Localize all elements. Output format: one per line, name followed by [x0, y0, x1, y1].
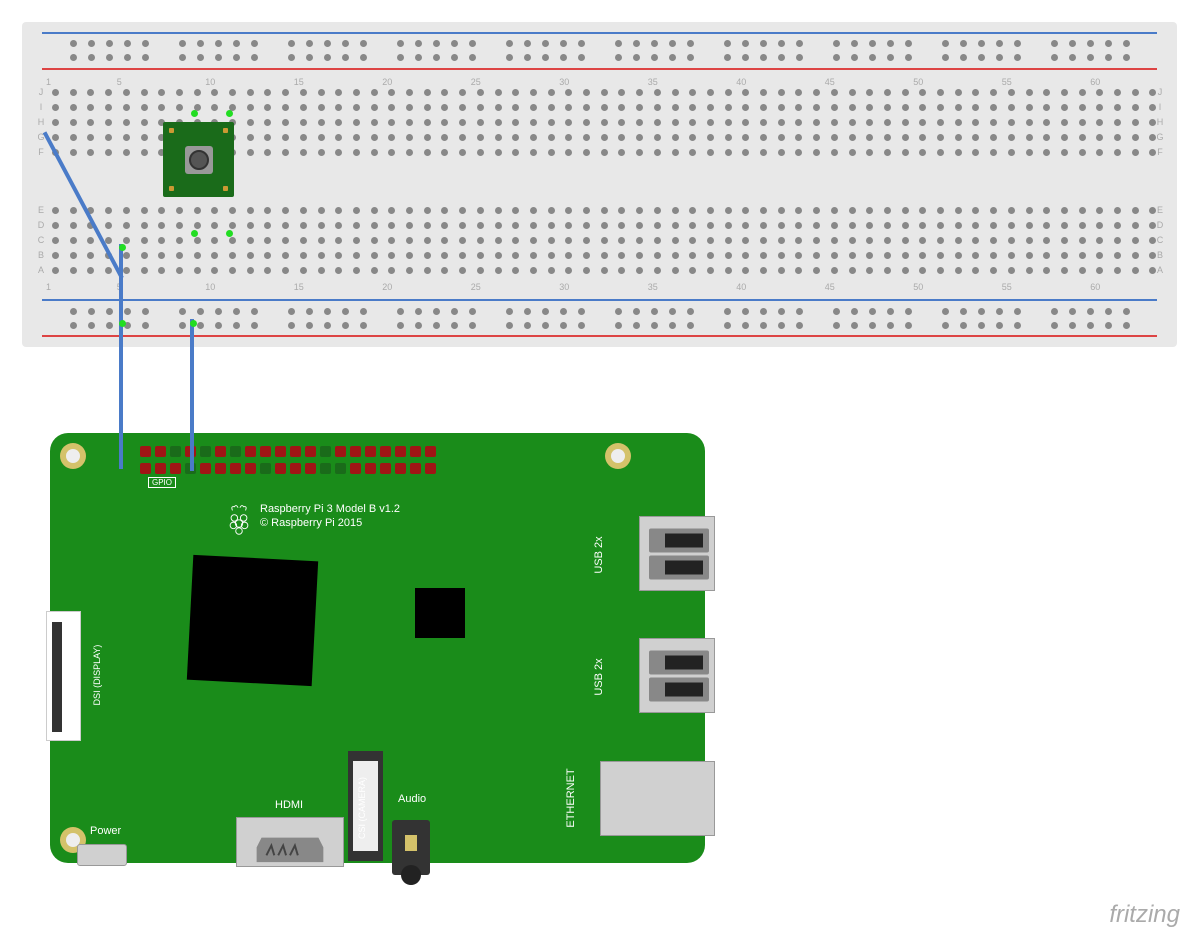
camera-label: CSI (CAMERA) [357, 743, 367, 873]
hdmi-port [236, 817, 344, 867]
gpio-row-top [140, 446, 602, 457]
rail-bottom-red [42, 335, 1157, 337]
connect-E11-btn [226, 230, 233, 237]
wire-rail-to-E5 [119, 244, 123, 322]
usb-port-bottom [639, 638, 715, 713]
ethernet-port [600, 761, 715, 836]
button-pin-2 [223, 128, 228, 133]
wire-pi-to-rail-2 [190, 319, 194, 471]
display-connector [46, 611, 81, 741]
hdmi-label: HDMI [275, 799, 303, 811]
wire-pi-to-rail-1 [119, 319, 123, 469]
rail-top-red [42, 68, 1157, 70]
gpio-label: GPIO [148, 477, 176, 488]
connect-gnd-rail-5 [119, 320, 126, 327]
power-label: Power [90, 825, 121, 837]
connect-E5 [119, 244, 126, 251]
ram-chip [415, 588, 465, 638]
raspberry-pi-board: GPIO Raspberry Pi 3 Model B v1.2 © Raspb… [50, 433, 705, 863]
rail-bottom-blue [42, 299, 1157, 301]
mounting-hole-tr [605, 443, 631, 469]
button-pin-3 [169, 186, 174, 191]
power-micro-usb [77, 844, 127, 866]
usb-port-top [639, 516, 715, 591]
copyright-label: © Raspberry Pi 2015 [260, 517, 362, 529]
button-pin-4 [223, 186, 228, 191]
soc-chip [187, 555, 318, 686]
button-pin-1 [169, 128, 174, 133]
ethernet-label: ETHERNET [565, 733, 575, 863]
display-label: DSI (DISPLAY) [92, 610, 102, 740]
fritzing-watermark: fritzing [1109, 901, 1180, 929]
gpio-row-bottom [140, 463, 602, 474]
button-actuator [185, 146, 213, 174]
audio-label: Audio [398, 793, 426, 805]
rail-top-blue [42, 32, 1157, 34]
usb-label-2: USB 2x [593, 612, 603, 742]
usb-label-1: USB 2x [593, 490, 603, 620]
connect-gnd-rail-9 [190, 320, 197, 327]
push-button-module [163, 122, 234, 197]
raspberry-pi-logo [225, 503, 253, 536]
connect-J11-btn [226, 110, 233, 117]
connect-J9-btn [191, 110, 198, 117]
board-name-label: Raspberry Pi 3 Model B v1.2 [260, 503, 400, 515]
gpio-header [140, 446, 602, 474]
audio-jack [392, 820, 430, 875]
mounting-hole-tl [60, 443, 86, 469]
connect-E9-btn [191, 230, 198, 237]
